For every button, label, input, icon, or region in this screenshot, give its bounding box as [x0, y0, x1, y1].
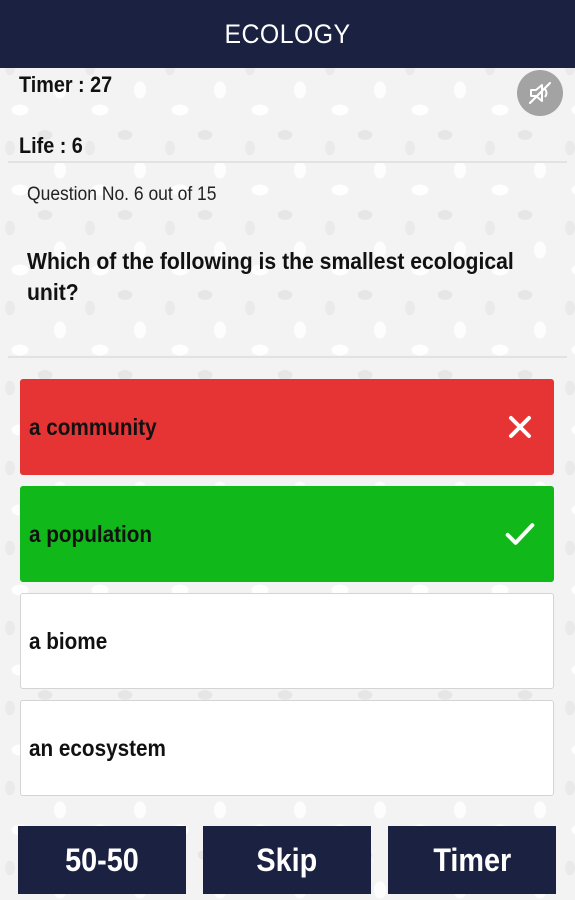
answer-option-community[interactable]: a community: [20, 379, 554, 475]
option-label: a biome: [29, 627, 108, 654]
app-header: ECOLOGY: [0, 0, 575, 68]
sound-muted-icon: [528, 81, 552, 105]
answer-option-biome[interactable]: a biome: [20, 593, 554, 689]
page-title: ECOLOGY: [224, 18, 351, 49]
option-label: a community: [29, 413, 157, 440]
timer-button[interactable]: Timer: [388, 826, 556, 894]
fifty-fifty-label: 50-50: [65, 841, 139, 878]
question-counter: Question No. 6 out of 15: [27, 184, 217, 205]
question-text: Which of the following is the smallest e…: [27, 248, 514, 305]
sound-toggle-button[interactable]: [517, 70, 563, 116]
option-label: an ecosystem: [29, 734, 166, 761]
answer-option-ecosystem[interactable]: an ecosystem: [20, 700, 554, 796]
divider: [8, 161, 567, 163]
timer-readout: Timer : 27: [19, 72, 113, 97]
answer-option-population[interactable]: a population: [20, 486, 554, 582]
fifty-fifty-button[interactable]: 50-50: [18, 826, 186, 894]
option-label: a population: [29, 520, 153, 547]
skip-button[interactable]: Skip: [203, 826, 371, 894]
life-readout: Life : 6: [19, 133, 83, 158]
timer-label: Timer: [433, 841, 511, 878]
skip-label: Skip: [256, 841, 318, 878]
check-icon: [505, 519, 535, 549]
close-icon: [505, 412, 535, 442]
divider: [8, 356, 567, 358]
